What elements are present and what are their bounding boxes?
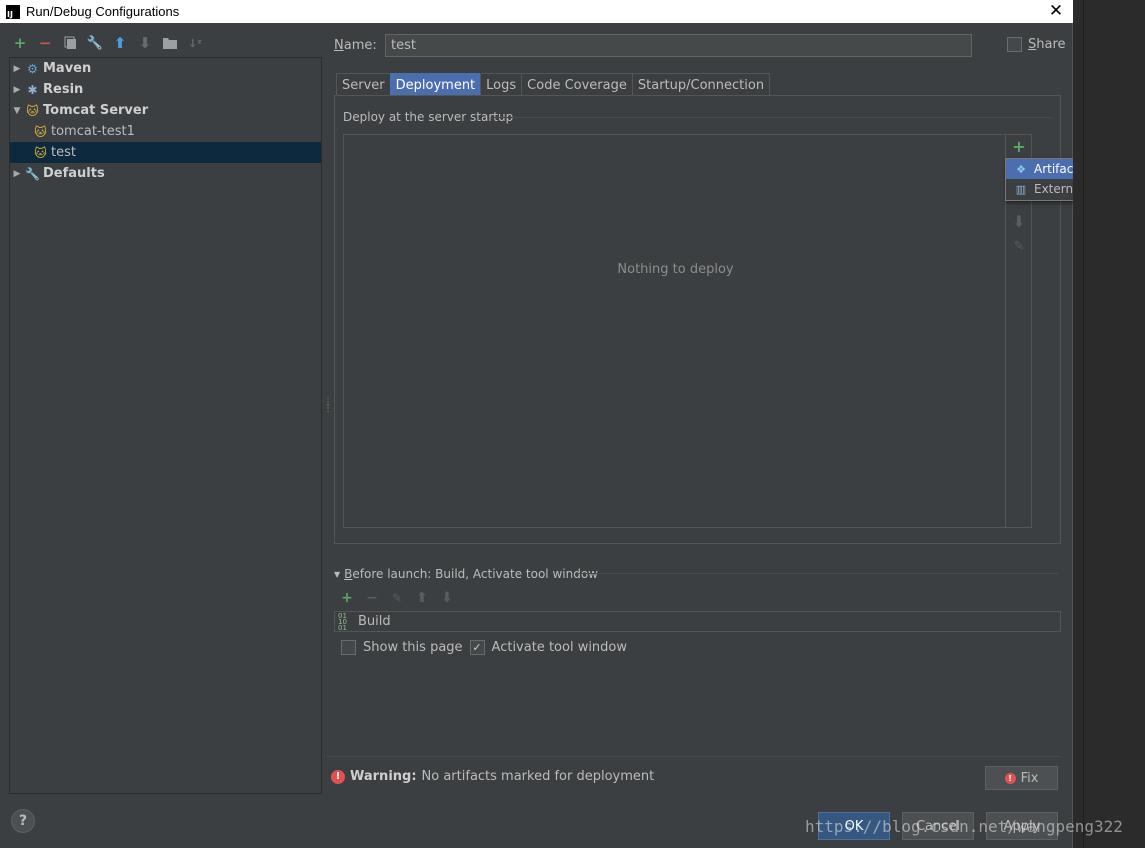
collapsed-arrow-icon[interactable]: ▶ xyxy=(10,169,24,179)
before-launch-label: Before launch: Build, Activate tool wind… xyxy=(344,567,598,581)
expanded-arrow-icon[interactable]: ▼ xyxy=(10,106,24,116)
tab-code-coverage[interactable]: Code Coverage xyxy=(521,73,633,96)
move-down-icon[interactable]: ⬇ xyxy=(1009,211,1029,231)
empty-deploy-text: Nothing to deploy xyxy=(617,262,734,277)
splitter-handle[interactable]: ⋮ ⋮ xyxy=(323,398,333,420)
section-divider xyxy=(492,117,1052,118)
move-up-icon[interactable]: ⬆ xyxy=(412,589,432,607)
collapsed-arrow-icon[interactable]: ▶ xyxy=(10,64,24,74)
move-down-icon[interactable]: ⬇ xyxy=(437,589,457,607)
tab-startup-connection[interactable]: Startup/Connection xyxy=(631,73,771,96)
name-input[interactable]: test xyxy=(385,34,972,57)
config-tabs: Server Deployment Logs Code Coverage Sta… xyxy=(336,73,771,96)
tree-item-defaults[interactable]: ▶ 🔧 Defaults xyxy=(10,163,321,184)
section-divider xyxy=(576,573,1058,574)
warning-text: No artifacts marked for deployment xyxy=(421,769,655,784)
configuration-tree[interactable]: ▶ ⚙ Maven ▶ ✱ Resin ▼ 🐱 Tomcat Server 🐱 … xyxy=(9,57,322,794)
tree-item-test[interactable]: 🐱 test xyxy=(10,142,321,163)
add-deploy-icon[interactable]: + xyxy=(1009,136,1029,156)
activate-tool-window-checkbox[interactable]: ✓ xyxy=(469,640,485,655)
fix-button[interactable]: ! Fix xyxy=(985,766,1058,790)
before-launch-toolbar: + − ✎ ⬆ ⬇ xyxy=(337,589,457,607)
tomcat-icon: 🐱 xyxy=(26,103,39,118)
name-label: Name: xyxy=(334,38,377,53)
error-icon: ! xyxy=(331,769,345,784)
maven-icon: ⚙ xyxy=(27,61,38,76)
tomcat-icon: 🐱 xyxy=(34,145,47,160)
expanded-arrow-icon: ▼ xyxy=(334,569,341,579)
tree-item-maven[interactable]: ▶ ⚙ Maven xyxy=(10,58,321,79)
tree-item-label: Maven xyxy=(43,61,92,76)
tab-server[interactable]: Server xyxy=(336,73,391,96)
artifact-icon: ❖ xyxy=(1016,162,1026,176)
resin-icon: ✱ xyxy=(27,82,38,97)
deploy-section-label: Deploy at the server startup xyxy=(343,110,514,124)
move-down-icon[interactable]: ⬇ xyxy=(135,33,155,53)
task-label: Build xyxy=(358,614,391,629)
run-debug-dialog: IJ Run/Debug Configurations ✕ + − 🔧 ⬆ ⬇ … xyxy=(0,0,1143,848)
tree-item-label: tomcat-test1 xyxy=(51,124,135,139)
task-row-build[interactable]: 01 10 01 Build xyxy=(334,611,1061,632)
intellij-app-icon: IJ xyxy=(6,4,20,19)
share-label: Share xyxy=(1028,37,1066,52)
remove-task-icon[interactable]: − xyxy=(362,589,382,607)
tree-item-label: Defaults xyxy=(43,166,105,181)
close-icon[interactable]: ✕ xyxy=(1045,0,1067,23)
remove-configuration-icon[interactable]: − xyxy=(35,33,55,53)
wrench-icon: 🔧 xyxy=(25,166,40,181)
title-bar: IJ Run/Debug Configurations ✕ xyxy=(0,0,1073,23)
tab-deployment[interactable]: Deployment xyxy=(389,73,482,96)
tree-item-label: test xyxy=(51,145,76,160)
add-task-icon[interactable]: + xyxy=(337,589,357,607)
fix-bulb-icon: ! xyxy=(1004,772,1016,784)
warning-bold-label: Warning: xyxy=(350,769,417,784)
activate-tool-window-label: Activate tool window xyxy=(491,640,628,655)
collapsed-arrow-icon[interactable]: ▶ xyxy=(10,85,24,95)
tree-item-label: Tomcat Server xyxy=(43,103,149,118)
bottom-divider xyxy=(326,756,1060,757)
edit-defaults-wrench-icon[interactable]: 🔧 xyxy=(85,33,105,53)
folder-icon[interactable] xyxy=(160,33,180,53)
show-this-page-checkbox[interactable] xyxy=(341,640,356,655)
add-configuration-icon[interactable]: + xyxy=(10,33,30,53)
watermark-text: https://blog.csdn.net/wangpeng322 xyxy=(805,817,1123,836)
copy-configuration-icon[interactable] xyxy=(60,33,80,53)
edit-pencil-icon[interactable]: ✎ xyxy=(1009,236,1029,256)
before-launch-toggle[interactable]: ▼ Before launch: Build, Activate tool wi… xyxy=(334,567,598,581)
warning-message: ! Warning: No artifacts marked for deplo… xyxy=(331,769,654,784)
editor-background xyxy=(1073,0,1145,848)
tree-item-tomcat-server[interactable]: ▼ 🐱 Tomcat Server xyxy=(10,100,321,121)
move-up-icon[interactable]: ⬆ xyxy=(110,33,130,53)
before-launch-options: Show this page ✓ Activate tool window xyxy=(341,640,627,655)
share-checkbox[interactable]: Share xyxy=(1007,37,1066,52)
edit-task-pencil-icon[interactable]: ✎ xyxy=(387,589,407,607)
share-checkbox-box[interactable] xyxy=(1007,37,1022,52)
tree-item-resin[interactable]: ▶ ✱ Resin xyxy=(10,79,321,100)
sort-icon[interactable]: ↓ᶻ xyxy=(185,33,205,53)
window-title: Run/Debug Configurations xyxy=(26,4,180,19)
deploy-list[interactable]: Nothing to deploy xyxy=(343,134,1006,528)
show-this-page-label: Show this page xyxy=(363,640,463,655)
fix-label: Fix xyxy=(1020,770,1039,786)
tree-item-tomcat-test1[interactable]: 🐱 tomcat-test1 xyxy=(10,121,321,142)
tree-item-label: Resin xyxy=(43,82,84,97)
build-binary-icon: 01 10 01 xyxy=(338,611,347,632)
left-toolbar: + − 🔧 ⬆ ⬇ ↓ᶻ xyxy=(10,33,205,53)
tab-logs[interactable]: Logs xyxy=(480,73,523,96)
tomcat-icon: 🐱 xyxy=(34,124,47,139)
help-button[interactable]: ? xyxy=(11,809,35,833)
external-source-icon: ▥ xyxy=(1015,182,1027,196)
